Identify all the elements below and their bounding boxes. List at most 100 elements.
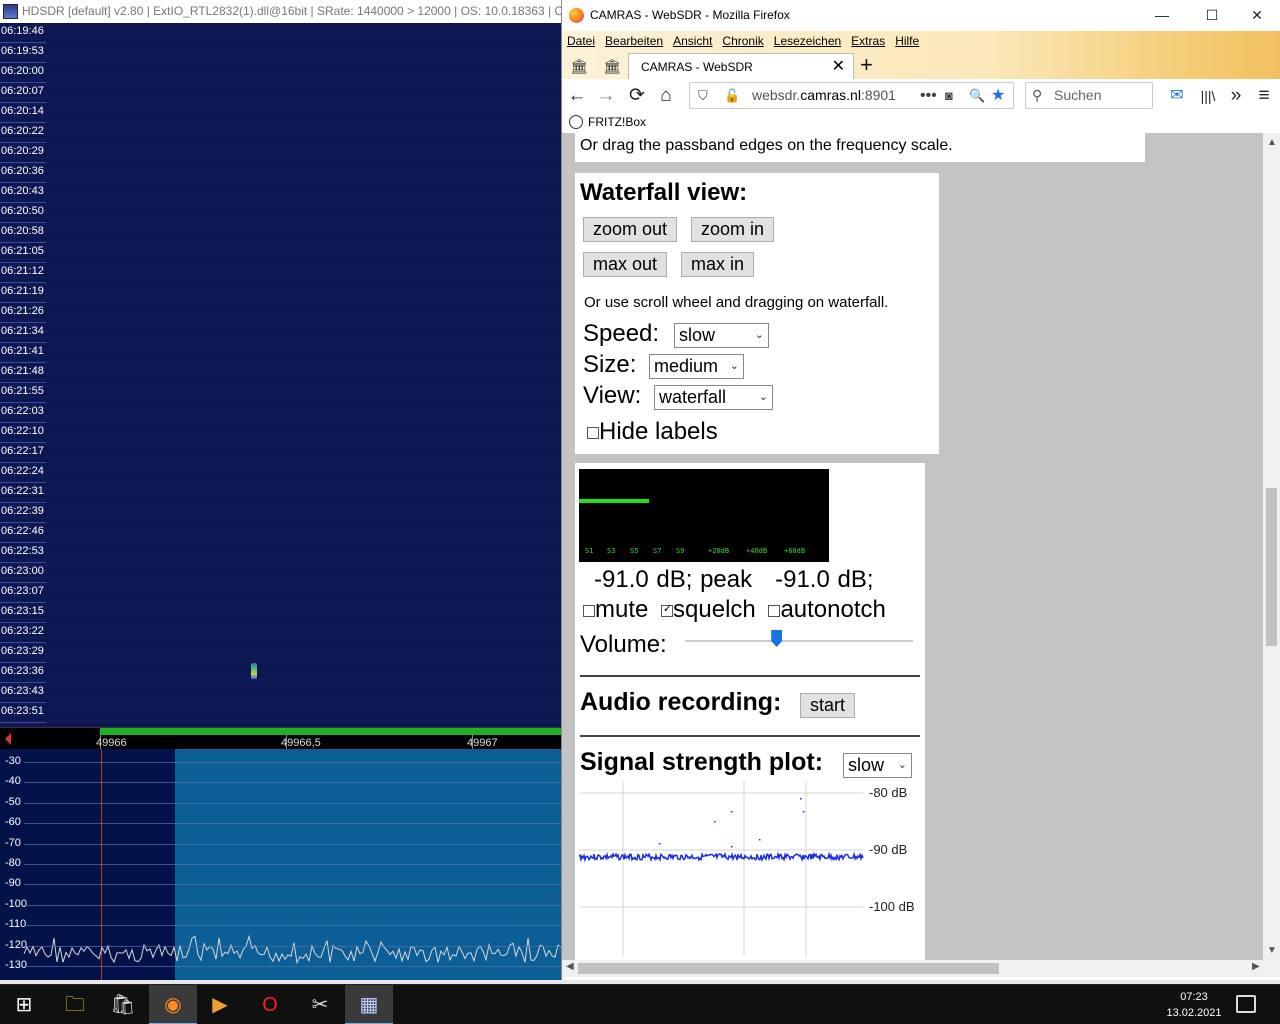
page-actions-icon[interactable]: ••• [920,83,937,108]
firefox-window[interactable]: CAMRAS - WebSDR - Mozilla Firefox — ☐ ✕ … [561,0,1280,980]
signal-dot [714,821,716,823]
volume-slider-track[interactable] [685,640,913,642]
signal-plot-canvas [578,781,864,956]
hide-labels-checkbox[interactable] [587,426,599,439]
shield-icon[interactable]: ⛉ [698,83,708,108]
volume-slider-handle[interactable] [771,630,783,647]
hide-labels-toggle[interactable]: Hide labels [587,418,718,446]
close-tab-icon[interactable]: ✕ [832,54,845,80]
menu-bearbeiten[interactable]: Bearbeiten [600,31,668,51]
back-icon[interactable]: ← [564,83,590,109]
hdsdr-waterfall[interactable]: 06:19:46 06:19:53 06:20:00 06:20:07 06:20:14… [0,23,561,727]
hdsdr-title-text: HDSDR [default] v2.80 | ExtIO_RTL2832(1)… [22,4,561,18]
reload-icon[interactable]: ⟳ [624,83,650,109]
windows-start-icon[interactable]: ⊞ [0,985,48,1024]
hdsdr-title-bar[interactable]: HDSDR [default] v2.80 | ExtIO_RTL2832(1)… [0,0,561,23]
reader-search-icon[interactable]: 🔍 [969,83,985,108]
hdsdr-spectrum[interactable]: -30 -40 -50 -60 -70 -80 -90 -100 -110 -120 -130 [0,749,561,980]
notification-center-icon[interactable] [1236,995,1256,1013]
scroll-left-icon[interactable]: ◀ [566,961,574,972]
new-tab-icon[interactable]: + [860,52,873,78]
waterfall-time-label: 06:21:26 [0,303,46,323]
waterfall-view-panel: Waterfall view: zoom out zoom in max out… [575,173,939,454]
hdsdr-frequency-scale[interactable]: 49966 49966,5 49967 [0,727,561,750]
pinned-tab-museum-icon[interactable]: 🏛 [566,54,592,78]
size-select[interactable]: medium ⌄ [649,354,744,379]
mute-toggle[interactable]: mute [583,596,648,623]
max-in-button[interactable]: max in [681,252,755,277]
squelch-checkbox[interactable] [661,602,674,617]
spectrum-db-label: -60 [5,816,21,829]
firefox-taskbar-icon[interactable]: ◉ [149,985,197,1024]
search-input[interactable]: ⚲ Suchen [1025,82,1153,109]
spectrum-db-label: -90 [5,877,21,890]
minimize-icon[interactable]: — [1139,0,1185,31]
zoom-in-button[interactable]: zoom in [691,217,775,242]
s-meter-label: S5 [630,547,639,555]
maximize-icon[interactable]: ☐ [1189,0,1235,31]
close-window-icon[interactable]: ✕ [1234,0,1280,31]
url-bar[interactable]: ⛉ 🔓 websdr.camras.nl:8901 ••• ◙ 🔍 ★ [689,82,1014,109]
pocket-icon[interactable]: ◙ [945,83,953,108]
hdsdr-taskbar-icon[interactable]: ▦ [345,985,393,1024]
mail-icon[interactable]: ✉ [1164,83,1190,109]
home-icon[interactable]: ⌂ [653,83,679,109]
vertical-scrollbar[interactable]: ▲ ▼ [1263,133,1280,960]
plot-db-label: -90 dB [869,842,908,857]
store-icon[interactable]: 🛍 [99,985,147,1024]
tune-marker-icon[interactable] [5,733,11,745]
tab-camras-websdr[interactable]: CAMRAS - WebSDR ✕ [628,53,854,80]
library-icon[interactable]: |||\ [1195,83,1221,109]
menu-extras[interactable]: Extras [846,31,890,51]
waterfall-time-label: 06:20:43 [0,183,46,203]
signal-plot-speed-value: slow [848,755,885,775]
spectrum-db-label: -30 [5,755,21,767]
horizontal-scroll-thumb[interactable] [578,963,999,974]
scroll-up-icon[interactable]: ▲ [1267,137,1277,148]
snipping-tool-icon[interactable]: ✂ [296,985,344,1024]
file-explorer-icon[interactable]: 🗀 [51,985,99,1024]
menu-hilfe[interactable]: Hilfe [890,31,924,51]
opera-icon[interactable]: O [246,985,294,1024]
freq-label: 49966 [96,737,127,749]
clock-time: 07:23 [1180,991,1208,1003]
horizontal-scrollbar[interactable]: ◀ ▶ [562,960,1280,977]
taskbar-clock[interactable]: 07:23 13.02.2021 [1166,989,1222,1021]
squelch-toggle[interactable]: squelch [661,596,756,623]
firefox-title-bar[interactable]: CAMRAS - WebSDR - Mozilla Firefox — ☐ ✕ [562,0,1280,31]
vertical-scroll-thumb[interactable] [1266,488,1277,646]
media-player-icon[interactable]: ▶ [196,985,244,1024]
hdsdr-window[interactable]: HDSDR [default] v2.80 | ExtIO_RTL2832(1)… [0,0,561,980]
autonotch-checkbox[interactable] [768,604,781,617]
spectrum-gridline [24,762,561,763]
s-meter-label: S3 [607,547,616,555]
waterfall-time-label: 06:20:07 [0,83,46,103]
pinned-tab-museum-icon[interactable]: 🏛 [599,54,625,78]
menu-lesezeichen[interactable]: Lesezeichen [769,31,846,51]
menu-chronik[interactable]: Chronik [717,31,768,51]
hamburger-menu-icon[interactable]: ≡ [1251,83,1277,109]
scroll-down-icon[interactable]: ▼ [1267,945,1277,956]
bookmark-star-icon[interactable]: ★ [991,83,1005,108]
websdr-page[interactable]: Or drag the passband edges on the freque… [562,133,1264,960]
max-out-button[interactable]: max out [583,252,668,277]
menu-ansicht[interactable]: Ansicht [668,31,717,51]
insecure-lock-icon[interactable]: 🔓 [724,83,740,108]
signal-plot-speed-select[interactable]: slow ⌄ [843,753,912,778]
speed-select[interactable]: slow ⌄ [674,323,769,348]
firefox-tab-bar: 🏛 🏛 CAMRAS - WebSDR ✕ + [562,51,1280,80]
start-recording-button[interactable]: start [800,693,856,718]
autonotch-toggle[interactable]: autonotch [768,596,886,623]
plot-db-label: -80 dB [869,785,908,800]
scroll-right-icon[interactable]: ▶ [1252,961,1260,972]
spectrum-db-label: -50 [5,795,21,808]
menu-datei[interactable]: Datei [562,31,600,51]
forward-icon[interactable]: → [593,83,619,109]
mute-checkbox[interactable] [583,604,595,617]
overflow-icon[interactable]: » [1223,83,1249,109]
bookmark-fritzbox[interactable]: FRITZ!Box [588,115,646,129]
view-select[interactable]: waterfall ⌄ [654,385,773,410]
zoom-out-button[interactable]: zoom out [583,217,678,242]
autonotch-label: autonotch [780,596,886,623]
divider [580,675,920,677]
